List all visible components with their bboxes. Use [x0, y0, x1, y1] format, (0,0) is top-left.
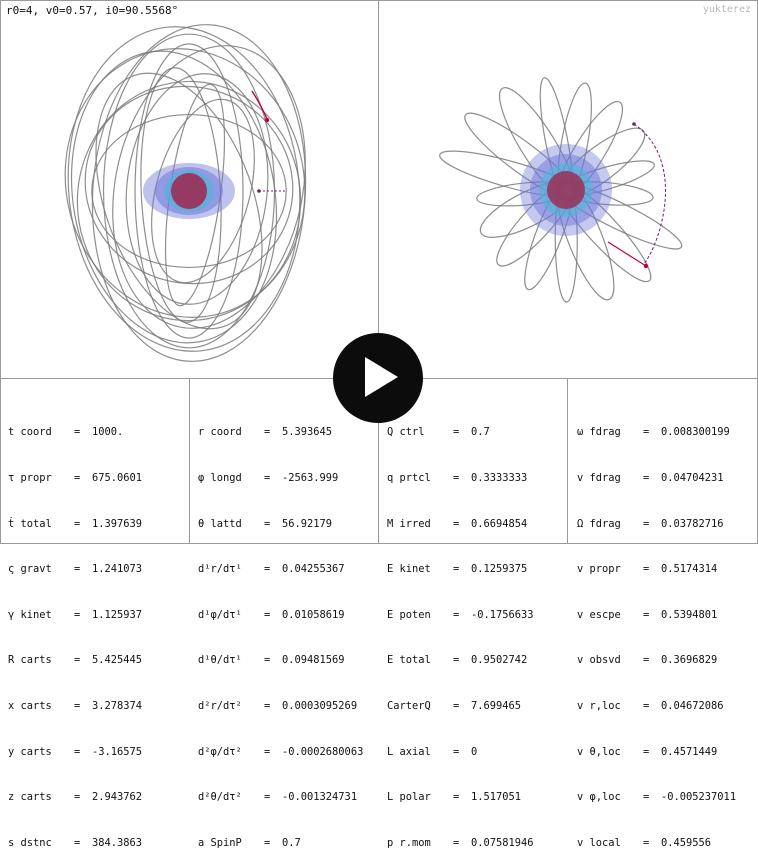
readout-row: v fdrag = 0.04704231	[577, 472, 724, 485]
side-view-panel: r0=4, v0=0.57, i0=90.5568°	[1, 1, 378, 378]
readout-row: v escpe = 0.5394801	[577, 608, 718, 621]
readout-row: r coord = 5.393645	[198, 426, 333, 439]
test-particle	[264, 117, 270, 123]
readout-row: t coord = 1000.	[8, 426, 124, 439]
trail-start	[632, 122, 636, 126]
readout-row: v r,loc = 0.04672086	[577, 700, 724, 713]
column-divider-3	[567, 379, 568, 543]
readout-row: E poten = -0.1756633	[387, 608, 534, 621]
readout-row: z carts = 2.943762	[8, 791, 143, 804]
readout-row: d²θ/dτ² = -0.001324731	[198, 791, 358, 804]
readout-row: ṫ total = 1.397639	[8, 517, 143, 530]
velocity-origin	[257, 189, 261, 193]
readout-row: y carts = -3.16575	[8, 745, 143, 758]
vertical-divider	[378, 1, 379, 543]
readout-row: Ω fdrag = 0.03782716	[577, 517, 724, 530]
readout-row: d²r/dτ² = 0.0003095269	[198, 700, 358, 713]
event-horizon	[547, 171, 585, 209]
readout-row: M irred = 0.6694854	[387, 517, 528, 530]
play-icon[interactable]	[365, 357, 398, 397]
readout-column-3: Q ctrl = 0.7 q prtcl = 0.3333333 M irred = 0.6…	[387, 395, 534, 866]
top-view-panel: yukterez	[380, 1, 757, 378]
column-divider-1	[189, 379, 190, 543]
readout-row: v φ,loc = -0.005237011	[577, 791, 737, 804]
readout-row: a SpinP = 0.7	[198, 836, 301, 849]
readout-row: d²φ/dτ² = -0.0002680063	[198, 745, 364, 758]
readout-row: L polar = 1.517051	[387, 791, 522, 804]
readout-row: q prtcl = 0.3333333	[387, 472, 528, 485]
readout-row: ω fdrag = 0.008300199	[577, 426, 730, 439]
readout-column-4: ω fdrag = 0.008300199 v fdrag = 0.04704231 Ω…	[577, 395, 736, 866]
top-view-plot	[439, 77, 683, 303]
readout-row: φ longd = -2563.999	[198, 472, 339, 485]
readout-row: v local = 0.459556	[577, 836, 712, 849]
readout-row: d¹r/dτ¹ = 0.04255367	[198, 563, 345, 576]
readout-row: Q ctrl = 0.7	[387, 426, 490, 439]
readout-row: v propr = 0.5174314	[577, 563, 718, 576]
readout-row: R carts = 5.425445	[8, 654, 143, 667]
readout-row: ς gravt = 1.241073	[8, 563, 143, 576]
readout-row: τ propr = 675.0601	[8, 472, 143, 485]
event-horizon	[171, 173, 207, 209]
readout-row: s dstnc = 384.3863	[8, 836, 143, 849]
side-view-plot	[64, 24, 307, 362]
readout-row: d¹φ/dτ¹ = 0.01058619	[198, 608, 345, 621]
readout-row: E total = 0.9502742	[387, 654, 528, 667]
readout-row: p r.mom = 0.07581946	[387, 836, 534, 849]
readout-row: x carts = 3.278374	[8, 700, 143, 713]
test-particle	[643, 263, 649, 269]
readout-row: CarterQ = 7.699465	[387, 700, 522, 713]
readout-row: d¹θ/dτ¹ = 0.09481569	[198, 654, 345, 667]
readout-row: E kinet = 0.1259375	[387, 563, 528, 576]
readout-row: v θ,loc = 0.4571449	[577, 745, 718, 758]
readout-row: θ lattd = 56.92179	[198, 517, 333, 530]
watermark: yukterez	[702, 4, 751, 15]
readout-column-2: r coord = 5.393645 φ longd = -2563.999 θ lat…	[198, 395, 363, 866]
initial-params-label: r0=4, v0=0.57, i0=90.5568°	[6, 4, 179, 17]
readout-row: L axial = 0	[387, 745, 478, 758]
readout-column-1: t coord = 1000. τ propr = 675.0601 ṫ total = 1…	[8, 395, 142, 866]
readout-row: v obsvd = 0.3696829	[577, 654, 718, 667]
readout-row: γ kinet = 1.125937	[8, 608, 143, 621]
